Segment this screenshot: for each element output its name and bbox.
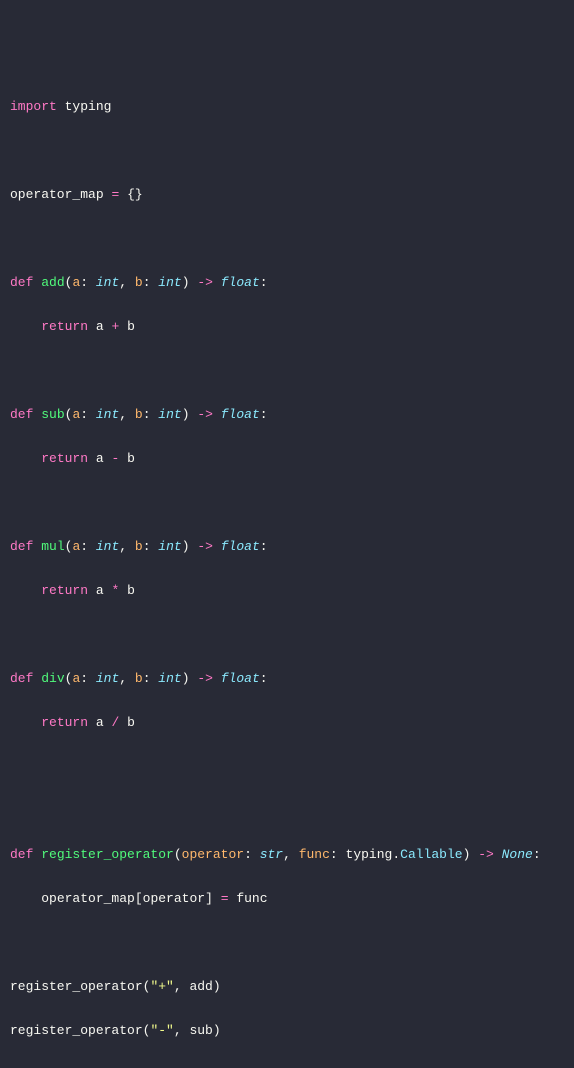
function-name: add <box>41 275 64 290</box>
string-literal: "+" <box>150 979 173 994</box>
call: register_operator <box>10 979 143 994</box>
code-line-blank <box>10 932 564 954</box>
type-hint: int <box>96 275 119 290</box>
code-line: def register_operator(operator: str, fun… <box>10 844 564 866</box>
code-editor[interactable]: import typing operator_map = {} def add(… <box>10 96 564 1068</box>
code-line: operator_map = {} <box>10 184 564 206</box>
keyword-import: import <box>10 99 57 114</box>
keyword-def: def <box>10 275 33 290</box>
keyword-return: return <box>41 319 88 334</box>
code-line: return a / b <box>10 712 564 734</box>
code-line: register_operator("-", sub) <box>10 1020 564 1042</box>
type-hint: int <box>158 275 181 290</box>
code-line: register_operator("*", mul) <box>10 1064 564 1068</box>
code-line-blank <box>10 624 564 646</box>
operator-slash: / <box>111 715 119 730</box>
identifier: operator_map <box>10 187 104 202</box>
code-line: def add(a: int, b: int) -> float: <box>10 272 564 294</box>
function-name: div <box>41 671 64 686</box>
function-name: register_operator <box>41 847 174 862</box>
code-line-blank <box>10 492 564 514</box>
code-line: def sub(a: int, b: int) -> float: <box>10 404 564 426</box>
code-line: return a - b <box>10 448 564 470</box>
code-line-blank <box>10 800 564 822</box>
code-line: operator_map[operator] = func <box>10 888 564 910</box>
code-line-blank <box>10 140 564 162</box>
return-type: float <box>221 275 260 290</box>
function-name: mul <box>41 539 64 554</box>
code-line-blank <box>10 756 564 778</box>
code-line: return a * b <box>10 580 564 602</box>
class-name: Callable <box>400 847 462 862</box>
code-line-blank <box>10 360 564 382</box>
function-name: sub <box>41 407 64 422</box>
code-line: import typing <box>10 96 564 118</box>
code-line: def div(a: int, b: int) -> float: <box>10 668 564 690</box>
param: b <box>135 275 143 290</box>
code-line-blank <box>10 228 564 250</box>
operator-star: * <box>111 583 119 598</box>
braces: {} <box>127 187 143 202</box>
code-line: register_operator("+", add) <box>10 976 564 998</box>
module-name: typing <box>65 99 112 114</box>
code-line: def mul(a: int, b: int) -> float: <box>10 536 564 558</box>
code-line: return a + b <box>10 316 564 338</box>
